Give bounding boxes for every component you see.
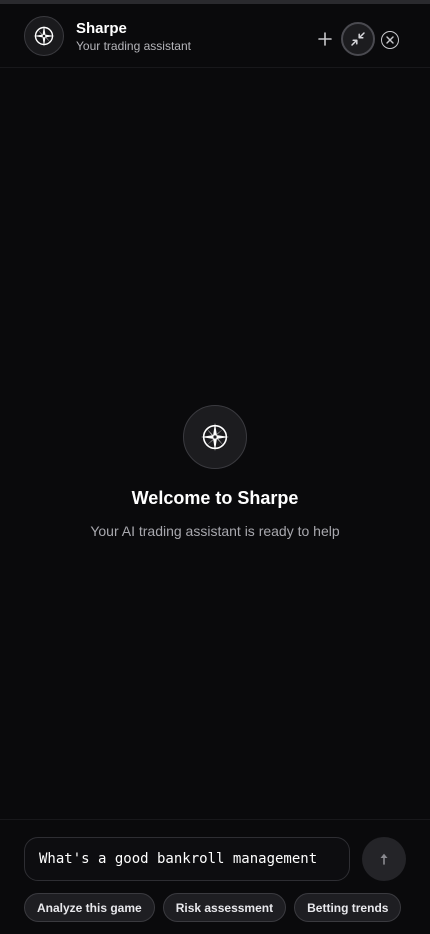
plus-icon: [318, 32, 332, 46]
collapse-button[interactable]: [341, 22, 375, 56]
welcome-subtitle: Your AI trading assistant is ready to he…: [90, 523, 340, 539]
new-chat-button[interactable]: [314, 28, 336, 50]
close-circle-icon: [386, 36, 394, 44]
arrow-up-icon: [380, 853, 388, 865]
compass-icon: [201, 423, 229, 451]
assistant-avatar: [24, 16, 64, 56]
chat-panel: Sharpe Your trading assistant Welcome to…: [0, 0, 430, 934]
send-button[interactable]: [362, 837, 406, 881]
suggestion-chip[interactable]: Betting trends: [294, 893, 402, 922]
assistant-tagline: Your trading assistant: [76, 39, 191, 53]
chat-header: Sharpe Your trading assistant: [0, 4, 430, 68]
assistant-name: Sharpe: [76, 20, 127, 37]
collapse-arrows-icon: [351, 32, 365, 46]
suggestion-chip[interactable]: Analyze this game: [24, 893, 155, 922]
welcome-logo: [183, 405, 247, 469]
close-button[interactable]: [381, 31, 399, 49]
suggestion-chips: Analyze this game Risk assessment Bettin…: [24, 893, 402, 922]
compass-icon: [33, 25, 55, 47]
suggestion-chip[interactable]: Risk assessment: [162, 893, 287, 922]
welcome-title: Welcome to Sharpe: [131, 488, 299, 508]
message-composer: Analyze this game Risk assessment Bettin…: [0, 819, 430, 934]
message-input-container: [24, 837, 350, 881]
message-input[interactable]: [39, 851, 335, 867]
